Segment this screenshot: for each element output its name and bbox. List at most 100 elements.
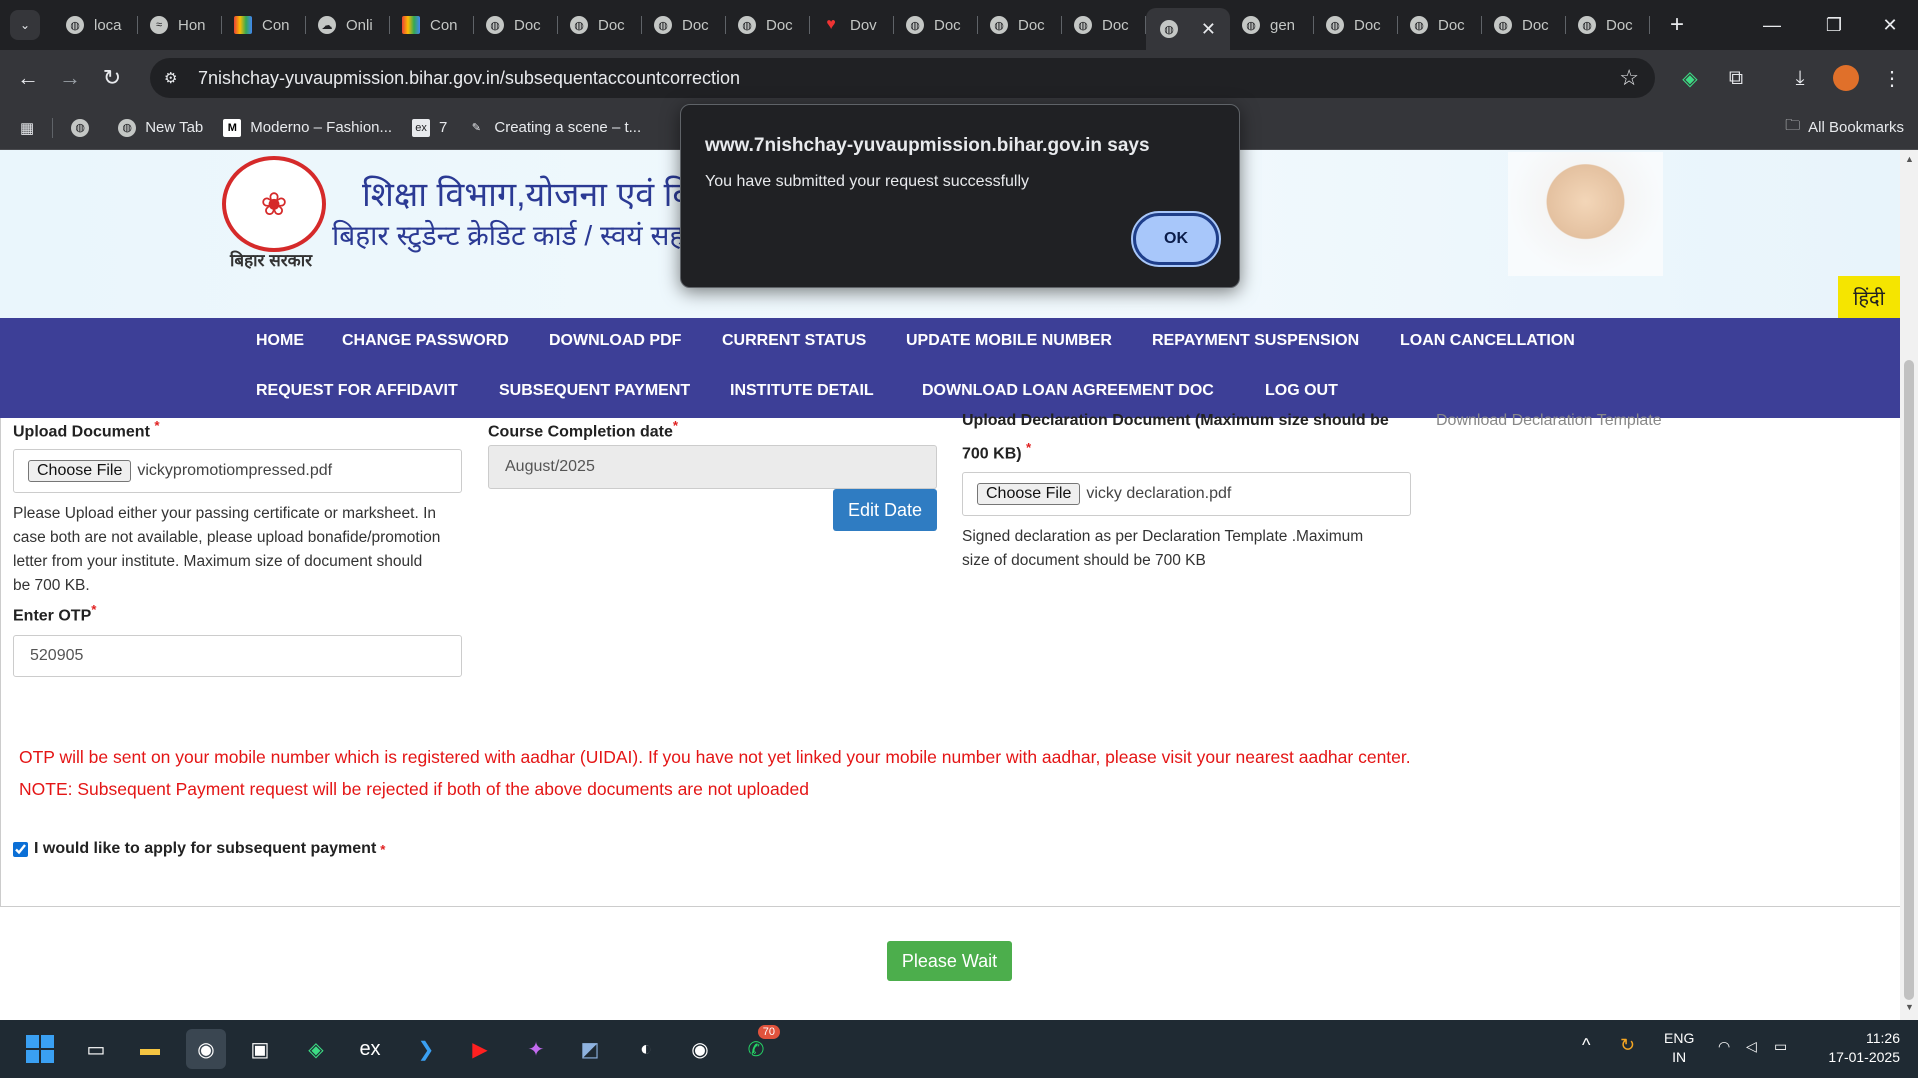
browser-tab[interactable]: ◍ Doc bbox=[474, 7, 558, 43]
chevron-up-icon[interactable]: ^ bbox=[1582, 1036, 1590, 1055]
browser-tab[interactable]: ◍ Doc bbox=[1314, 7, 1398, 43]
apply-checkbox[interactable] bbox=[13, 841, 28, 857]
store-icon[interactable]: ▣ bbox=[240, 1029, 280, 1069]
declaration-document-input[interactable]: Choose File vicky declaration.pdf bbox=[962, 472, 1411, 516]
nav-item[interactable]: SUBSEQUENT PAYMENT bbox=[499, 382, 690, 400]
edit-date-button[interactable]: Edit Date bbox=[833, 489, 937, 531]
battery-icon[interactable]: ▭ bbox=[1774, 1037, 1787, 1056]
nav-item[interactable]: HOME bbox=[256, 332, 304, 350]
site-info-icon[interactable]: ⚙ bbox=[164, 69, 186, 87]
browser-tab[interactable]: ◍ Doc bbox=[1062, 7, 1146, 43]
nav-item[interactable]: UPDATE MOBILE NUMBER bbox=[906, 332, 1112, 350]
address-bar[interactable]: ⚙ 7nishchay-yuvaupmission.bihar.gov.in/s… bbox=[150, 58, 1655, 98]
language-indicator[interactable]: ENG IN bbox=[1664, 1029, 1694, 1067]
chrome-icon[interactable]: ◉ bbox=[186, 1029, 226, 1069]
globe-icon: ◍ bbox=[118, 118, 137, 137]
volume-icon[interactable]: ◁ bbox=[1746, 1037, 1757, 1056]
clock[interactable]: 11:26 17-01-2025 bbox=[1808, 1029, 1900, 1067]
browser-tab[interactable]: ♥ Dov bbox=[810, 7, 894, 43]
browser-tab[interactable]: ◍ Doc bbox=[642, 7, 726, 43]
sync-icon[interactable]: ↻ bbox=[1620, 1036, 1635, 1055]
wifi-icon[interactable]: ◠ bbox=[1718, 1037, 1730, 1056]
upload-document-input[interactable]: Choose File vickypromotiompressed.pdf bbox=[13, 449, 462, 493]
scroll-up-icon[interactable]: ▲ bbox=[1905, 154, 1914, 164]
whatsapp-icon[interactable]: ✆ 70 bbox=[736, 1025, 780, 1069]
choose-file-button[interactable]: Choose File bbox=[977, 483, 1081, 505]
nav-item[interactable]: INSTITUTE DETAIL bbox=[730, 382, 874, 400]
copilot-icon[interactable]: ✦ bbox=[516, 1029, 556, 1069]
bookmark-label: Creating a scene – t... bbox=[494, 119, 642, 136]
kebab-menu-icon[interactable]: ⋮ bbox=[1874, 60, 1910, 96]
ex-app-icon[interactable]: ex bbox=[350, 1029, 390, 1069]
browser-tab[interactable]: ◍ Doc bbox=[978, 7, 1062, 43]
scrollbar-thumb[interactable] bbox=[1904, 360, 1914, 1000]
bookmark-item[interactable]: M Moderno – Fashion... bbox=[223, 118, 392, 137]
youtube-icon[interactable]: ▶ bbox=[460, 1029, 500, 1069]
nav-item[interactable]: CHANGE PASSWORD bbox=[342, 332, 509, 350]
leaf-app-icon[interactable]: ◐ bbox=[626, 1029, 666, 1069]
globe-icon: ◍ bbox=[71, 118, 90, 137]
browser-tab[interactable]: ◍ Doc bbox=[726, 7, 810, 43]
browser-tab[interactable]: ▦ Con bbox=[390, 7, 474, 43]
new-tab-plus-icon[interactable]: + bbox=[1662, 11, 1692, 39]
bookmark-item[interactable]: ◍ New Tab bbox=[118, 118, 203, 137]
browser-tab[interactable]: ≈ Hon bbox=[138, 7, 222, 43]
browser-tab[interactable]: ◍ ✕ bbox=[1146, 8, 1230, 50]
nav-item[interactable]: DOWNLOAD PDF bbox=[549, 332, 681, 350]
declaration-label-1: Upload Declaration Document (Maximum siz… bbox=[962, 412, 1389, 429]
extension-eye-icon[interactable]: ◈ bbox=[1672, 60, 1708, 96]
bookmark-item[interactable]: ex 7 bbox=[412, 118, 448, 137]
download-template-link[interactable]: Download Declaration Template bbox=[1436, 412, 1662, 430]
browser-tab[interactable]: ◍ Doc bbox=[1566, 7, 1650, 43]
nav-item[interactable]: DOWNLOAD LOAN AGREEMENT DOC bbox=[922, 382, 1214, 400]
chrome-alt-icon[interactable]: ◉ bbox=[680, 1029, 720, 1069]
nav-item[interactable]: LOG OUT bbox=[1265, 382, 1338, 400]
file-explorer-icon[interactable]: ▬ bbox=[130, 1029, 170, 1069]
bookmark-label: 7 bbox=[439, 119, 448, 136]
nav-item[interactable]: LOAN CANCELLATION bbox=[1400, 332, 1575, 350]
browser-tab[interactable]: ◍ Doc bbox=[558, 7, 642, 43]
close-window-icon[interactable]: ✕ bbox=[1862, 0, 1918, 50]
forward-arrow-icon[interactable]: → bbox=[52, 60, 88, 96]
browser-tab[interactable]: ◍ Doc bbox=[1482, 7, 1566, 43]
tab-label: Doc bbox=[1102, 16, 1129, 34]
download-icon[interactable]: ⤓ bbox=[1782, 60, 1818, 96]
reload-icon[interactable]: ↻ bbox=[94, 60, 130, 96]
apps-grid-icon[interactable]: ▦ bbox=[20, 119, 34, 137]
minimize-icon[interactable]: — bbox=[1744, 0, 1800, 50]
browser-tab[interactable]: ◍ Doc bbox=[894, 7, 978, 43]
nav-item[interactable]: REPAYMENT SUSPENSION bbox=[1152, 332, 1359, 350]
browser-tab[interactable]: ◍ Doc bbox=[1398, 7, 1482, 43]
bookmark-star-icon[interactable]: ☆ bbox=[1619, 65, 1639, 91]
otp-input[interactable]: 520905 bbox=[13, 635, 462, 677]
please-wait-button[interactable]: Please Wait bbox=[887, 941, 1012, 981]
extensions-puzzle-icon[interactable]: ⧉ bbox=[1718, 60, 1754, 96]
upload-document-filename: vickypromotiompressed.pdf bbox=[137, 462, 333, 479]
bookmark-item[interactable]: ✎ Creating a scene – t... bbox=[467, 119, 641, 137]
browser-tab[interactable]: ☁ Onli bbox=[306, 7, 390, 43]
browser-tab[interactable]: ◍ loca bbox=[54, 7, 138, 43]
language-toggle-button[interactable]: हिंदी bbox=[1838, 276, 1900, 318]
vscode-icon[interactable]: ❯ bbox=[406, 1029, 446, 1069]
profile-avatar[interactable] bbox=[1828, 60, 1864, 96]
back-arrow-icon[interactable]: ← bbox=[10, 60, 46, 96]
page-scrollbar[interactable]: ▲ ▼ bbox=[1900, 150, 1918, 1020]
bookmark-item[interactable]: ◍ bbox=[71, 118, 98, 137]
dialog-ok-button[interactable]: OK bbox=[1131, 211, 1221, 267]
browser-tab[interactable]: ◍ gen bbox=[1230, 7, 1314, 43]
task-view-icon[interactable]: ▭ bbox=[76, 1029, 116, 1069]
close-tab-icon[interactable]: ✕ bbox=[1201, 19, 1216, 40]
nav-item[interactable]: REQUEST FOR AFFIDAVIT bbox=[256, 382, 458, 400]
app-square-icon[interactable]: ◩ bbox=[570, 1029, 610, 1069]
app-eye-icon[interactable]: ◈ bbox=[296, 1029, 336, 1069]
tab-search-dropdown-icon[interactable]: ⌄ bbox=[10, 10, 40, 40]
scroll-down-icon[interactable]: ▼ bbox=[1905, 1002, 1914, 1012]
all-bookmarks[interactable]: 🗀 All Bookmarks bbox=[1785, 115, 1904, 140]
address-url[interactable]: 7nishchay-yuvaupmission.bihar.gov.in/sub… bbox=[198, 68, 740, 89]
windows-start-icon[interactable] bbox=[20, 1029, 60, 1069]
choose-file-button[interactable]: Choose File bbox=[28, 460, 132, 482]
tab-label: Doc bbox=[514, 16, 541, 34]
browser-tab[interactable]: ▦ Con bbox=[222, 7, 306, 43]
nav-item[interactable]: CURRENT STATUS bbox=[722, 332, 866, 350]
restore-icon[interactable]: ❐ bbox=[1806, 0, 1862, 50]
